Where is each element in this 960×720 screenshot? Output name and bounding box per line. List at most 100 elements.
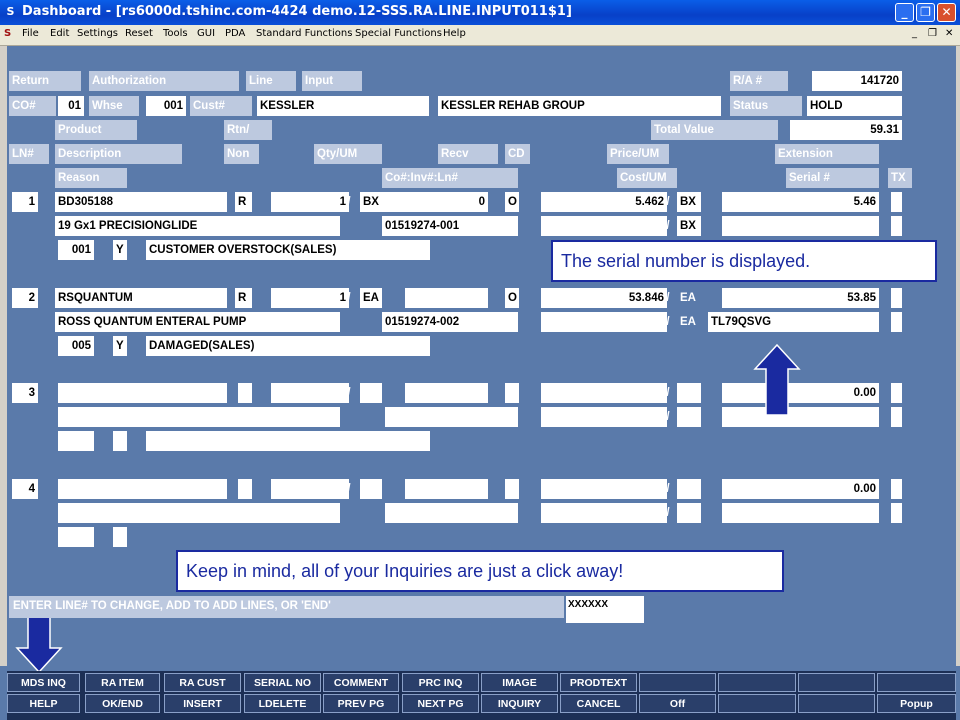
menu-standard-functions[interactable]: Standard Functions xyxy=(256,28,352,39)
line-number[interactable]: 2 xyxy=(12,288,38,308)
price-field[interactable] xyxy=(541,383,667,403)
fkey-ra-item[interactable]: RA ITEM xyxy=(85,673,160,692)
coinv-field[interactable]: 01519274-001 xyxy=(382,216,518,236)
fkey-prev-pg[interactable]: PREV PG xyxy=(323,694,399,713)
coinv-field[interactable] xyxy=(385,407,518,427)
tx2-field[interactable] xyxy=(891,312,902,332)
description-field[interactable]: ROSS QUANTUM ENTERAL PUMP xyxy=(55,312,340,332)
tx-field[interactable] xyxy=(891,479,902,499)
reason-flag-field[interactable] xyxy=(113,431,127,451)
reason-flag-field[interactable] xyxy=(113,527,127,547)
price-um-field[interactable]: BX xyxy=(677,192,701,212)
menu-help[interactable]: Help xyxy=(443,28,466,39)
reason-flag-field[interactable]: Y xyxy=(113,240,127,260)
app-menu-icon[interactable]: S xyxy=(4,28,11,39)
menu-edit[interactable]: Edit xyxy=(50,28,69,39)
ra-number-field[interactable]: 141720 xyxy=(812,71,902,91)
menu-settings[interactable]: Settings xyxy=(77,28,118,39)
recv-field[interactable]: 0 xyxy=(382,192,488,212)
menu-reset[interactable]: Reset xyxy=(125,28,153,39)
fkey-mds-inq[interactable]: MDS INQ xyxy=(7,673,80,692)
qty-um-field[interactable] xyxy=(360,479,382,499)
coinv-field[interactable] xyxy=(385,503,518,523)
mdi-restore-button[interactable]: ❐ xyxy=(928,28,937,39)
cost-field[interactable] xyxy=(541,312,667,332)
price-field[interactable]: 5.462 xyxy=(541,192,667,212)
coinv-field[interactable]: 01519274-002 xyxy=(382,312,518,332)
qty-field[interactable] xyxy=(271,479,349,499)
reason-code-field[interactable] xyxy=(58,527,94,547)
description-field[interactable] xyxy=(58,503,340,523)
line-number[interactable]: 3 xyxy=(12,383,38,403)
fkey-cancel[interactable]: CANCEL xyxy=(560,694,637,713)
status-field[interactable]: HOLD xyxy=(807,96,902,116)
tx2-field[interactable] xyxy=(891,407,902,427)
cost-field[interactable] xyxy=(541,407,667,427)
minimize-button[interactable]: _ xyxy=(895,3,914,22)
reason-code-field[interactable]: 005 xyxy=(58,336,94,356)
close-button[interactable]: ✕ xyxy=(937,3,956,22)
fkey-ra-cust[interactable]: RA CUST xyxy=(164,673,241,692)
menu-pda[interactable]: PDA xyxy=(225,28,245,39)
cost-field[interactable] xyxy=(541,216,667,236)
line-number[interactable]: 4 xyxy=(12,479,38,499)
non-field[interactable]: R xyxy=(235,192,252,212)
qty-um-field[interactable]: BX xyxy=(360,192,382,212)
price-um-field[interactable] xyxy=(677,479,701,499)
command-input[interactable]: XXXXXX xyxy=(566,596,644,623)
reason-flag-field[interactable]: Y xyxy=(113,336,127,356)
fkey-ldelete[interactable]: LDELETE xyxy=(244,694,321,713)
cost-um-field[interactable]: BX xyxy=(677,216,701,236)
tx-field[interactable] xyxy=(891,383,902,403)
fkey-prodtext[interactable]: PRODTEXT xyxy=(560,673,637,692)
non-field[interactable] xyxy=(238,479,252,499)
recv-field[interactable] xyxy=(405,479,488,499)
fkey-next-pg[interactable]: NEXT PG xyxy=(402,694,479,713)
product-field[interactable] xyxy=(58,383,227,403)
cd-field[interactable] xyxy=(505,479,519,499)
tx2-field[interactable] xyxy=(891,216,902,236)
whse-field[interactable]: 001 xyxy=(146,96,186,116)
cust-number-field[interactable]: KESSLER xyxy=(257,96,429,116)
menu-special-functions[interactable]: Special Functions xyxy=(355,28,442,39)
menu-tools[interactable]: Tools xyxy=(163,28,188,39)
description-field[interactable] xyxy=(58,407,340,427)
fkey-insert[interactable]: INSERT xyxy=(164,694,241,713)
non-field[interactable] xyxy=(238,383,252,403)
line-number[interactable]: 1 xyxy=(12,192,38,212)
fkey-help[interactable]: HELP xyxy=(7,694,80,713)
product-field[interactable] xyxy=(58,479,227,499)
fkey-ok-end[interactable]: OK/END xyxy=(85,694,160,713)
fkey-blank-10[interactable] xyxy=(718,673,796,692)
reason-code-field[interactable]: 001 xyxy=(58,240,94,260)
product-field[interactable]: BD305188 xyxy=(55,192,227,212)
description-field[interactable]: 19 Gx1 PRECISIONGLIDE xyxy=(55,216,340,236)
cd-field[interactable] xyxy=(505,383,519,403)
serial-field[interactable] xyxy=(722,503,879,523)
tx-field[interactable] xyxy=(891,192,902,212)
fkey-blank-bottom-10[interactable] xyxy=(718,694,796,713)
fkey-comment[interactable]: COMMENT xyxy=(323,673,399,692)
fkey-popup[interactable]: Popup xyxy=(877,694,956,713)
mdi-minimize-button[interactable]: _ xyxy=(912,28,917,39)
fkey-blank-11[interactable] xyxy=(798,673,875,692)
price-field[interactable] xyxy=(541,479,667,499)
reason-code-field[interactable] xyxy=(58,431,94,451)
fkey-blank-bottom-11[interactable] xyxy=(798,694,875,713)
serial-field[interactable]: TL79QSVG xyxy=(708,312,879,332)
tx2-field[interactable] xyxy=(891,503,902,523)
co-field[interactable]: 01 xyxy=(58,96,84,116)
menu-gui[interactable]: GUI xyxy=(197,28,215,39)
fkey-blank-9[interactable] xyxy=(639,673,716,692)
fkey-serial-no[interactable]: SERIAL NO xyxy=(244,673,321,692)
recv-field[interactable] xyxy=(405,383,488,403)
fkey-blank-12[interactable] xyxy=(877,673,956,692)
tx-field[interactable] xyxy=(891,288,902,308)
fkey-off[interactable]: Off xyxy=(639,694,716,713)
qty-field[interactable]: 1 xyxy=(271,288,349,308)
cd-field[interactable]: O xyxy=(505,192,519,212)
cd-field[interactable]: O xyxy=(505,288,519,308)
recv-field[interactable] xyxy=(405,288,488,308)
price-um-field[interactable] xyxy=(677,383,701,403)
fkey-image[interactable]: IMAGE xyxy=(481,673,558,692)
